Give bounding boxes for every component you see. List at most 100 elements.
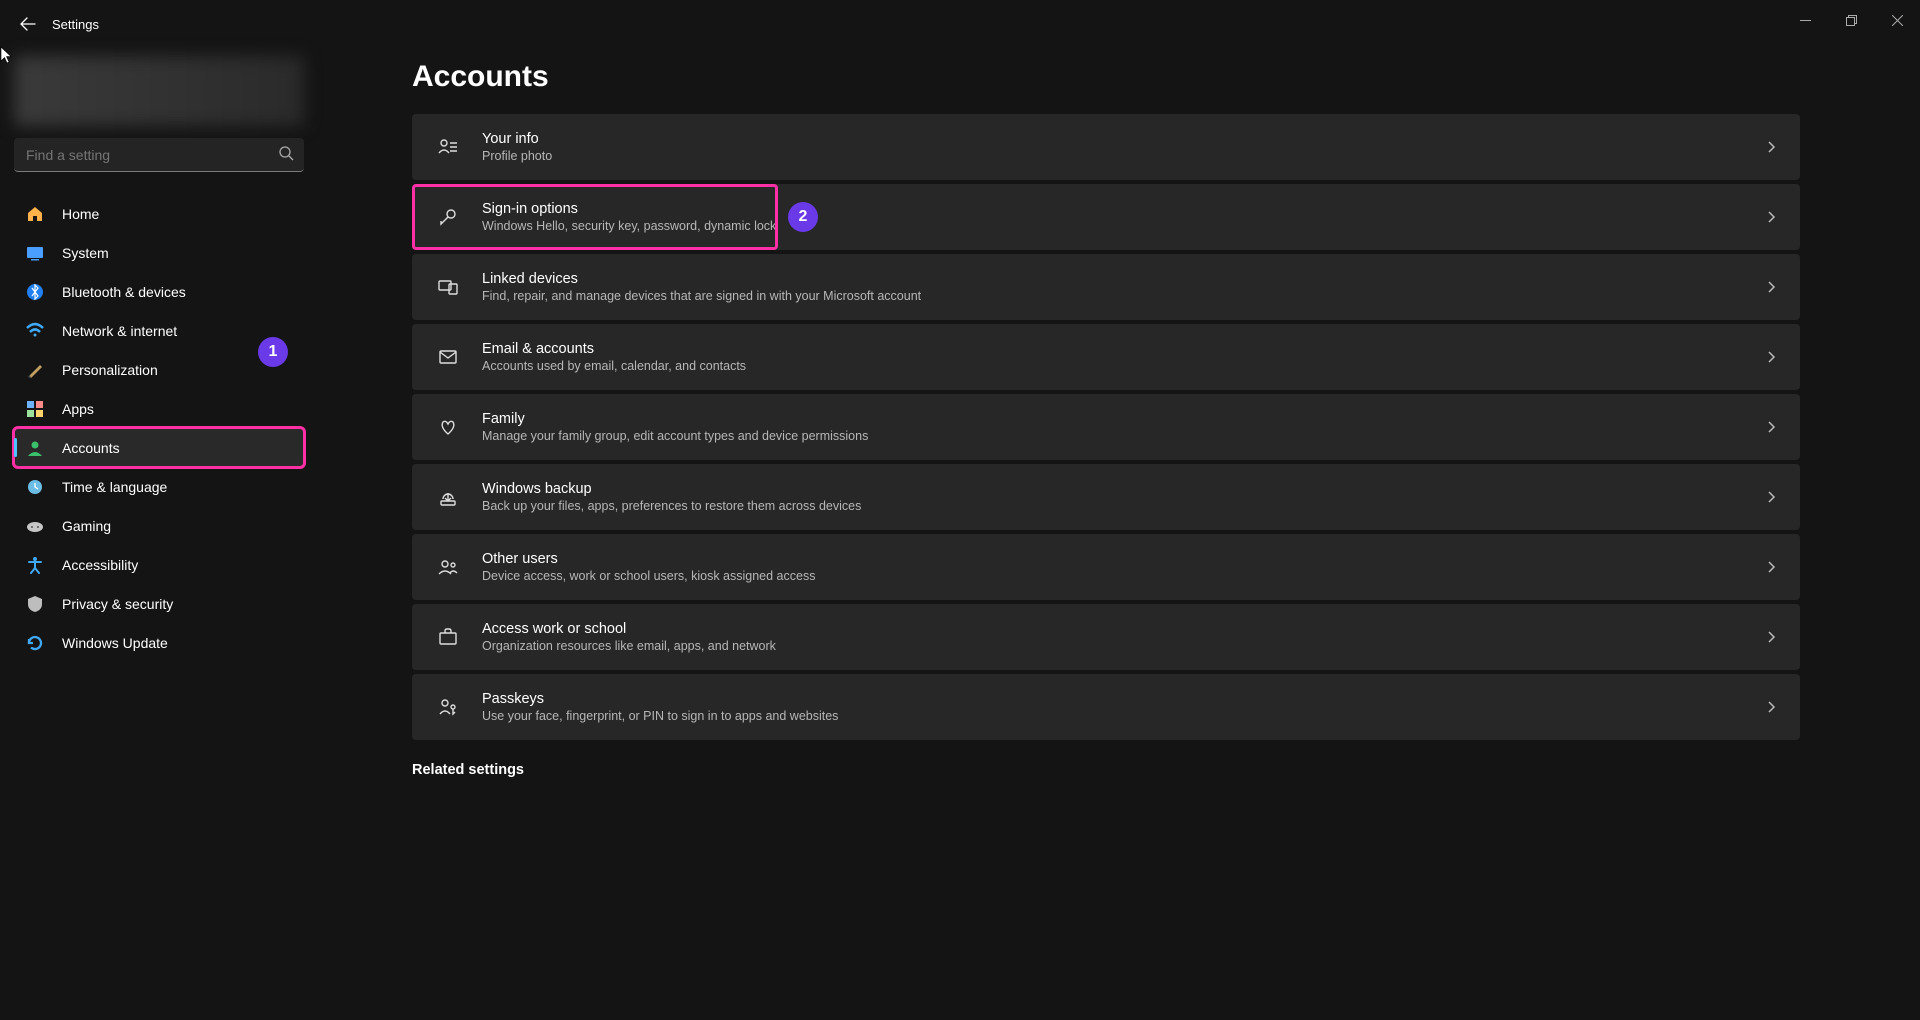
sidebar-item-label: Apps xyxy=(62,401,94,417)
card-sub: Device access, work or school users, kio… xyxy=(482,569,1767,583)
sidebar: Home System Bluetooth & devices Network … xyxy=(0,48,318,1020)
home-icon xyxy=(24,203,46,225)
card-windows-backup[interactable]: Windows backup Back up your files, apps, … xyxy=(412,464,1800,530)
card-sub: Use your face, fingerprint, or PIN to si… xyxy=(482,709,1767,723)
card-title: Other users xyxy=(482,551,1767,567)
chevron-right-icon xyxy=(1767,630,1776,644)
maximize-button[interactable] xyxy=(1828,0,1874,40)
shield-icon xyxy=(24,593,46,615)
linked-devices-icon xyxy=(432,277,464,297)
card-sub: Accounts used by email, calendar, and co… xyxy=(482,359,1767,373)
system-icon xyxy=(24,242,46,264)
search-icon xyxy=(279,146,294,161)
sidebar-item-privacy[interactable]: Privacy & security xyxy=(14,584,304,623)
card-passkeys[interactable]: Passkeys Use your face, fingerprint, or P… xyxy=(412,674,1800,740)
card-sub: Profile photo xyxy=(482,149,1767,163)
card-title: Access work or school xyxy=(482,621,1767,637)
card-title: Your info xyxy=(482,131,1767,147)
window-controls xyxy=(1782,0,1920,40)
page-title: Accounts xyxy=(412,60,1800,94)
chevron-right-icon xyxy=(1767,700,1776,714)
chevron-right-icon xyxy=(1767,490,1776,504)
sidebar-item-system[interactable]: System xyxy=(14,233,304,272)
sidebar-item-label: System xyxy=(62,245,109,261)
annotation-badge-text: 2 xyxy=(799,208,808,226)
sidebar-item-apps[interactable]: Apps xyxy=(14,389,304,428)
user-profile-card[interactable] xyxy=(14,56,304,126)
card-other-users[interactable]: Other users Device access, work or school… xyxy=(412,534,1800,600)
passkeys-icon xyxy=(432,697,464,717)
card-title: Linked devices xyxy=(482,271,1767,287)
card-title: Sign-in options xyxy=(482,201,1767,217)
time-icon xyxy=(24,476,46,498)
sidebar-item-label: Time & language xyxy=(62,479,167,495)
sidebar-item-label: Gaming xyxy=(62,518,111,534)
main-content: Accounts Your info Profile photo Sign-in … xyxy=(318,48,1920,1020)
card-title: Passkeys xyxy=(482,691,1767,707)
key-icon xyxy=(432,207,464,227)
card-linked-devices[interactable]: Linked devices Find, repair, and manage d… xyxy=(412,254,1800,320)
backup-icon xyxy=(432,487,464,507)
chevron-right-icon xyxy=(1767,420,1776,434)
annotation-badge-1: 1 xyxy=(258,337,288,367)
sidebar-item-time[interactable]: Time & language xyxy=(14,467,304,506)
card-family[interactable]: Family Manage your family group, edit acc… xyxy=(412,394,1800,460)
titlebar: Settings xyxy=(0,0,1920,48)
card-sub: Organization resources like email, apps,… xyxy=(482,639,1767,653)
gaming-icon xyxy=(24,515,46,537)
accessibility-icon xyxy=(24,554,46,576)
sidebar-item-label: Windows Update xyxy=(62,635,168,651)
minimize-button[interactable] xyxy=(1782,0,1828,40)
personalization-icon xyxy=(24,359,46,381)
sidebar-nav: Home System Bluetooth & devices Network … xyxy=(14,194,304,662)
chevron-right-icon xyxy=(1767,210,1776,224)
sidebar-item-label: Accounts xyxy=(62,440,120,456)
sidebar-item-label: Network & internet xyxy=(62,323,177,339)
card-your-info[interactable]: Your info Profile photo xyxy=(412,114,1800,180)
search-container xyxy=(14,138,304,172)
apps-icon xyxy=(24,398,46,420)
card-email-accounts[interactable]: Email & accounts Accounts used by email, … xyxy=(412,324,1800,390)
sidebar-item-label: Privacy & security xyxy=(62,596,173,612)
sidebar-item-gaming[interactable]: Gaming xyxy=(14,506,304,545)
sidebar-item-label: Home xyxy=(62,206,99,222)
other-users-icon xyxy=(432,557,464,577)
sidebar-item-label: Personalization xyxy=(62,362,158,378)
family-icon xyxy=(432,417,464,437)
card-sub: Find, repair, and manage devices that ar… xyxy=(482,289,1767,303)
back-button[interactable] xyxy=(14,10,42,38)
chevron-right-icon xyxy=(1767,350,1776,364)
sidebar-item-label: Bluetooth & devices xyxy=(62,284,186,300)
cursor-icon xyxy=(0,46,14,64)
briefcase-icon xyxy=(432,627,464,647)
card-title: Family xyxy=(482,411,1767,427)
sidebar-item-bluetooth[interactable]: Bluetooth & devices xyxy=(14,272,304,311)
sidebar-item-label: Accessibility xyxy=(62,557,138,573)
update-icon xyxy=(24,632,46,654)
bluetooth-icon xyxy=(24,281,46,303)
chevron-right-icon xyxy=(1767,140,1776,154)
related-settings-heading: Related settings xyxy=(412,762,1800,778)
sidebar-item-accessibility[interactable]: Accessibility xyxy=(14,545,304,584)
card-title: Email & accounts xyxy=(482,341,1767,357)
search-input[interactable] xyxy=(14,138,304,172)
card-sign-in-options[interactable]: Sign-in options Windows Hello, security k… xyxy=(412,184,1800,250)
accounts-icon xyxy=(24,437,46,459)
annotation-badge-text: 1 xyxy=(269,343,278,361)
annotation-badge-2: 2 xyxy=(788,202,818,232)
email-icon xyxy=(432,347,464,367)
close-button[interactable] xyxy=(1874,0,1920,40)
sidebar-item-update[interactable]: Windows Update xyxy=(14,623,304,662)
card-sub: Manage your family group, edit account t… xyxy=(482,429,1767,443)
sidebar-item-accounts[interactable]: Accounts xyxy=(14,428,304,467)
card-sub: Back up your files, apps, preferences to… xyxy=(482,499,1767,513)
app-title: Settings xyxy=(52,17,99,32)
chevron-right-icon xyxy=(1767,280,1776,294)
card-access-work-school[interactable]: Access work or school Organization resour… xyxy=(412,604,1800,670)
network-icon xyxy=(24,320,46,342)
profile-icon xyxy=(432,137,464,157)
card-title: Windows backup xyxy=(482,481,1767,497)
card-sub: Windows Hello, security key, password, d… xyxy=(482,219,1767,233)
chevron-right-icon xyxy=(1767,560,1776,574)
sidebar-item-home[interactable]: Home xyxy=(14,194,304,233)
